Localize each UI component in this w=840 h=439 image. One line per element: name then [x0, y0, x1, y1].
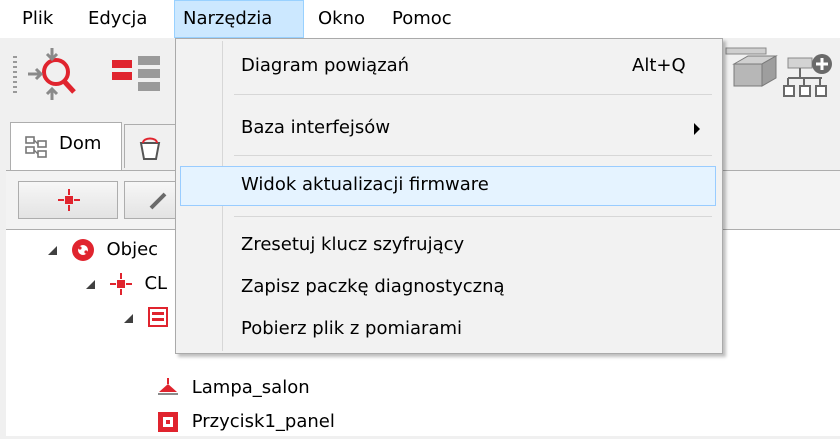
menu-separator — [234, 216, 712, 217]
tree-label-lampa: Lampa_salon — [191, 377, 310, 398]
tree-row-object[interactable]: Objec — [48, 233, 158, 267]
edit-icon — [149, 192, 167, 210]
tree-row-przycisk[interactable]: Przycisk1_panel — [156, 405, 335, 439]
menu-item-reset-key-label: Zresetuj klucz szyfrujący — [241, 234, 465, 255]
submenu-arrow-icon — [694, 123, 700, 135]
menu-item-firmware[interactable]: Widok aktualizacji firmware — [180, 166, 716, 206]
tree-row-lampa[interactable]: Lampa_salon — [156, 371, 310, 405]
add-hierarchy-icon — [783, 54, 832, 97]
menu-item-reset-key[interactable]: Zresetuj klucz szyfrujący — [180, 226, 716, 266]
menu-edycja[interactable]: Edycja — [80, 0, 155, 38]
menu-item-baza-label: Baza interfejsów — [241, 117, 391, 138]
object-icon — [71, 239, 94, 261]
search-move-icon — [28, 48, 76, 100]
menu-item-diagram-label: Diagram powiązań — [241, 55, 410, 76]
menu-bar: Plik Edycja Narzędzia Okno Pomoc — [0, 0, 840, 38]
add-hierarchy-button[interactable] — [782, 44, 840, 104]
home-tree-icon — [25, 136, 47, 158]
menu-pomoc[interactable]: Pomoc — [384, 0, 460, 38]
panel-icon — [147, 307, 168, 327]
tab-bucket[interactable] — [124, 124, 176, 168]
tab-dom-label: Dom — [59, 133, 102, 154]
menu-okno[interactable]: Okno — [310, 0, 373, 38]
lamp-icon — [158, 378, 178, 395]
tree-row-panel[interactable] — [124, 301, 177, 335]
flow-button[interactable] — [108, 44, 168, 104]
menu-item-diagnostic-label: Zapisz paczkę diagnostyczną — [241, 276, 505, 297]
tree-row-cl[interactable]: CL — [86, 267, 167, 301]
module-icon — [109, 273, 132, 295]
button-icon — [158, 412, 178, 432]
search-move-button[interactable] — [22, 44, 82, 104]
menu-item-diagnostic[interactable]: Zapisz paczkę diagnostyczną — [180, 268, 716, 308]
menu-separator — [234, 94, 712, 95]
menu-item-diagram-shortcut: Alt+Q — [632, 55, 686, 76]
tree-label-przycisk: Przycisk1_panel — [191, 411, 335, 432]
menu-item-firmware-label: Widok aktualizacji firmware — [241, 174, 489, 195]
narzedzia-dropdown: Diagram powiązań Alt+Q Baza interfejsów … — [175, 38, 723, 354]
bucket-icon — [139, 137, 161, 160]
tree-label-cl: CL — [144, 273, 168, 294]
menu-separator — [234, 155, 712, 156]
module-icon — [58, 189, 80, 211]
expander-icon[interactable] — [86, 279, 95, 289]
menu-item-baza-interfejsow[interactable]: Baza interfejsów — [180, 109, 716, 149]
expander-icon[interactable] — [48, 245, 57, 255]
network-box-icon — [725, 47, 778, 87]
menu-item-measurements-label: Pobierz plik z pomiarami — [241, 318, 463, 339]
tree-label-object: Objec — [106, 239, 159, 260]
menu-plik[interactable]: Plik — [14, 0, 61, 38]
network-box-button[interactable] — [722, 44, 782, 104]
expander-icon[interactable] — [124, 313, 133, 323]
menu-item-measurements[interactable]: Pobierz plik z pomiarami — [180, 310, 716, 350]
menu-item-diagram[interactable]: Diagram powiązań Alt+Q — [180, 47, 716, 87]
flow-icon — [112, 56, 160, 91]
tab-dom[interactable]: Dom — [10, 122, 122, 170]
panel-module-button[interactable] — [18, 181, 118, 219]
toolbar-grip[interactable] — [13, 56, 17, 96]
menu-narzedzia[interactable]: Narzędzia — [174, 0, 304, 38]
